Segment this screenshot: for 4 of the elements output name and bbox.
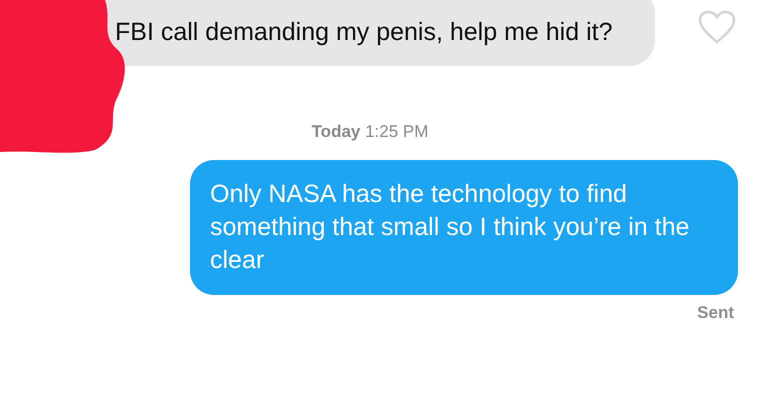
heart-icon[interactable]: [697, 9, 737, 45]
timestamp: Today 1:25 PM: [312, 122, 428, 142]
message-bubble: Only NASA has the technology to find something that small so I think you’re in the clear: [190, 160, 738, 295]
delivery-status: Sent: [697, 303, 734, 323]
